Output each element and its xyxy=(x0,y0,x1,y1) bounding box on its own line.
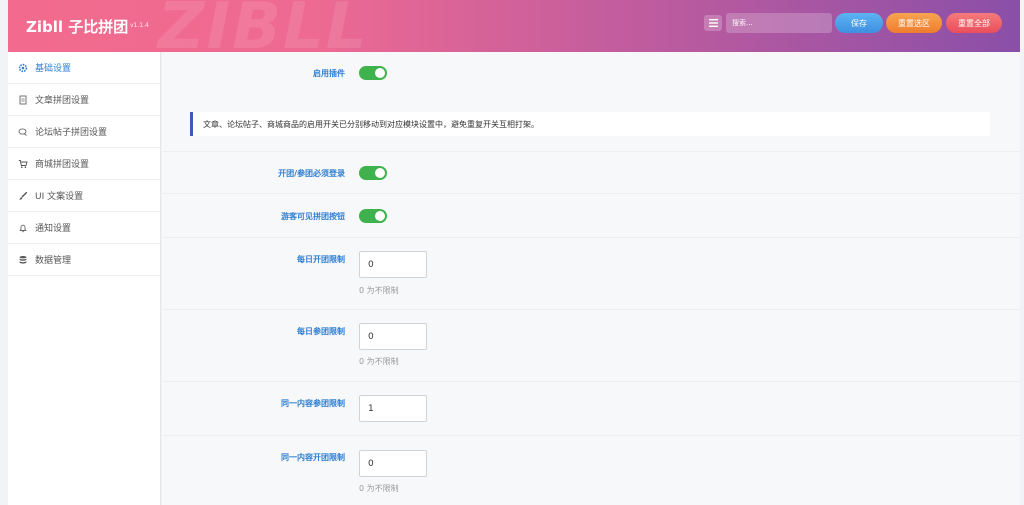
same-content-open-limit-label: 同一内容开团限制 xyxy=(281,453,345,462)
same-content-join-limit-input[interactable] xyxy=(359,395,427,422)
daily-open-limit-hint: 0 为不限制 xyxy=(359,286,399,295)
top-header: ZIBLL Zibll 子比拼团 v1.1.4 保存 重置选区 重置全部 xyxy=(8,0,1020,52)
same-content-open-limit-hint: 0 为不限制 xyxy=(359,484,399,493)
cart-icon xyxy=(17,158,29,170)
version-label: v1.1.4 xyxy=(130,22,149,29)
save-button[interactable]: 保存 xyxy=(835,13,883,33)
brush-icon xyxy=(17,190,29,202)
sidebar-item-label: 数据管理 xyxy=(35,256,72,266)
sidebar-item-label: 论坛帖子拼团设置 xyxy=(35,128,108,138)
sidebar-item-article-group[interactable]: 文章拼团设置 xyxy=(8,84,160,116)
enable-plugin-row: 启用插件 文章、论坛帖子、商城商品的启用开关已分别移动到对应模块设置中，避免重复… xyxy=(162,52,1020,152)
login-required-row: 开团/参团必须登录 xyxy=(162,152,1020,194)
same-content-open-limit-input[interactable] xyxy=(359,450,427,477)
sidebar-item-shop-group[interactable]: 商城拼团设置 xyxy=(8,148,160,180)
brand-title: Zibll 子比拼团 xyxy=(26,18,129,36)
reset-all-button[interactable]: 重置全部 xyxy=(946,13,1002,33)
database-icon xyxy=(17,254,29,266)
sidebar-item-forum-group[interactable]: 论坛帖子拼团设置 xyxy=(8,116,160,148)
sidebar: 基础设置 文章拼团设置 论坛帖子拼团设置 商城拼团设置 UI 文案设置 通知设置 xyxy=(8,52,161,505)
sidebar-item-label: UI 文案设置 xyxy=(35,192,84,202)
settings-panel: 启用插件 文章、论坛帖子、商城商品的启用开关已分别移动到对应模块设置中，避免重复… xyxy=(162,52,1020,505)
document-icon xyxy=(17,94,29,106)
gear-icon xyxy=(17,62,29,74)
login-required-label: 开团/参团必须登录 xyxy=(278,169,345,178)
sidebar-item-label: 文章拼团设置 xyxy=(35,96,90,106)
header-watermark: ZIBLL xyxy=(158,0,369,52)
reset-section-button[interactable]: 重置选区 xyxy=(886,13,942,33)
guest-visible-toggle[interactable] xyxy=(359,209,387,223)
daily-join-limit-label: 每日参团限制 xyxy=(297,327,345,336)
same-content-join-limit-row: 同一内容参团限制 xyxy=(162,382,1020,436)
daily-open-limit-row: 每日开团限制 0 为不限制 xyxy=(162,238,1020,310)
search-input[interactable] xyxy=(726,13,832,33)
same-content-join-limit-label: 同一内容参团限制 xyxy=(281,399,345,408)
menu-toggle-icon[interactable] xyxy=(704,15,722,31)
enable-plugin-toggle[interactable] xyxy=(359,66,387,80)
sidebar-item-label: 通知设置 xyxy=(35,224,72,234)
sidebar-item-basic-settings[interactable]: 基础设置 xyxy=(8,52,160,84)
sidebar-item-label: 基础设置 xyxy=(35,64,72,74)
sidebar-item-notification[interactable]: 通知设置 xyxy=(8,212,160,244)
chat-icon xyxy=(17,126,29,138)
login-required-toggle[interactable] xyxy=(359,166,387,180)
bell-icon xyxy=(17,222,29,234)
daily-open-limit-label: 每日开团限制 xyxy=(297,255,345,264)
guest-visible-label: 游客可见拼团按钮 xyxy=(281,212,345,221)
daily-join-limit-row: 每日参团限制 0 为不限制 xyxy=(162,310,1020,382)
daily-open-limit-input[interactable] xyxy=(359,251,427,278)
guest-visible-row: 游客可见拼团按钮 xyxy=(162,194,1020,238)
sidebar-item-data-management[interactable]: 数据管理 xyxy=(8,244,160,276)
sidebar-item-label: 商城拼团设置 xyxy=(35,160,90,170)
same-content-open-limit-row: 同一内容开团限制 0 为不限制 xyxy=(162,436,1020,505)
daily-join-limit-hint: 0 为不限制 xyxy=(359,357,399,366)
daily-join-limit-input[interactable] xyxy=(359,323,427,350)
notice-box: 文章、论坛帖子、商城商品的启用开关已分别移动到对应模块设置中，避免重复开关互相打… xyxy=(190,112,990,136)
sidebar-item-ui-text[interactable]: UI 文案设置 xyxy=(8,180,160,212)
enable-plugin-label: 启用插件 xyxy=(313,69,345,78)
